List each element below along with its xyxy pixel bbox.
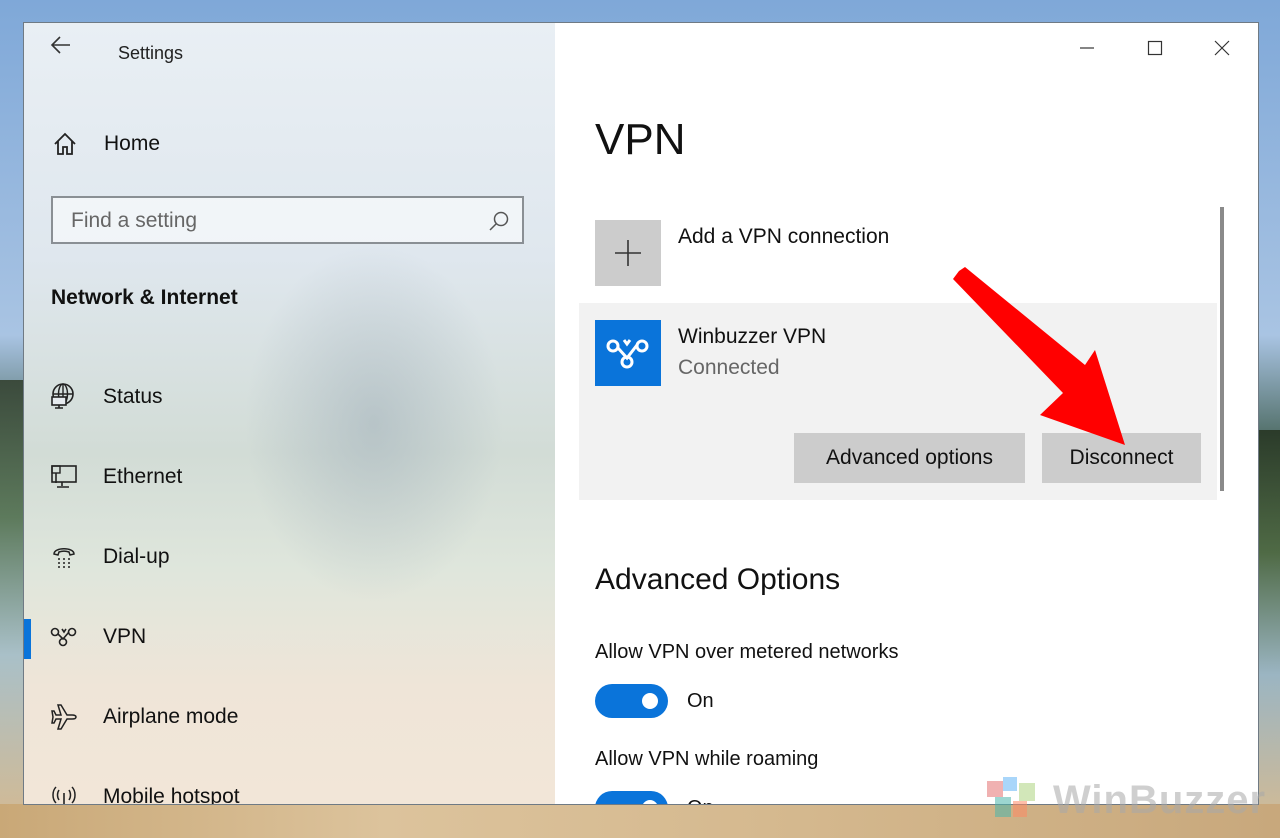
hotspot-icon bbox=[50, 783, 78, 804]
app-title: Settings bbox=[118, 43, 184, 63]
sidebar-item-label: Airplane mode bbox=[103, 705, 239, 728]
sidebar-item-ethernet[interactable]: Ethernet bbox=[24, 447, 555, 507]
sidebar-item-status[interactable]: Status bbox=[24, 367, 555, 427]
home-icon bbox=[54, 132, 76, 155]
desktop-background bbox=[1258, 430, 1280, 838]
maximize-button[interactable] bbox=[1132, 33, 1178, 63]
sidebar-item-airplane-mode[interactable]: Airplane mode bbox=[24, 687, 555, 747]
vpn-icon bbox=[50, 623, 78, 651]
ethernet-icon bbox=[50, 463, 78, 491]
add-vpn-connection-label[interactable]: Add a VPN connection bbox=[678, 225, 889, 249]
metered-networks-toggle[interactable] bbox=[595, 684, 668, 718]
search-box[interactable] bbox=[51, 196, 524, 244]
toggle-knob bbox=[642, 800, 658, 804]
roaming-toggle[interactable] bbox=[595, 791, 668, 804]
sidebar-item-vpn[interactable]: VPN bbox=[24, 607, 555, 667]
sidebar-item-home[interactable]: Home bbox=[52, 131, 160, 157]
metered-networks-state: On bbox=[687, 690, 714, 712]
vpn-connection-card[interactable]: Winbuzzer VPN Connected Advanced options… bbox=[579, 303, 1217, 500]
vpn-connection-icon bbox=[595, 320, 661, 386]
airplane-icon bbox=[50, 703, 78, 731]
maximize-icon bbox=[1147, 40, 1163, 56]
settings-window: Settings Home Network & Internet Status … bbox=[24, 23, 1258, 804]
close-icon bbox=[1214, 40, 1230, 56]
sidebar-item-label: Mobile hotspot bbox=[103, 785, 240, 804]
vpn-connection-name: Winbuzzer VPN bbox=[678, 325, 827, 348]
search-input[interactable] bbox=[69, 198, 473, 244]
desktop-background bbox=[0, 804, 1280, 838]
search-icon[interactable] bbox=[488, 210, 510, 237]
scrollbar[interactable] bbox=[1220, 207, 1224, 491]
sidebar-item-label: Status bbox=[103, 385, 163, 408]
add-vpn-connection-button[interactable] bbox=[595, 220, 661, 286]
advanced-options-heading: Advanced Options bbox=[595, 563, 841, 596]
section-title: Network & Internet bbox=[51, 286, 238, 309]
minimize-icon bbox=[1080, 47, 1094, 49]
back-button[interactable] bbox=[50, 35, 72, 60]
sidebar-item-label: VPN bbox=[103, 625, 147, 648]
sidebar-item-label: Home bbox=[104, 132, 161, 155]
minimize-button[interactable] bbox=[1064, 33, 1110, 63]
main-content: VPN Add a VPN connection Winbuzzer VPN C… bbox=[555, 23, 1258, 804]
sidebar-item-mobile-hotspot[interactable]: Mobile hotspot bbox=[24, 767, 555, 804]
page-title: VPN bbox=[595, 115, 686, 164]
sidebar-item-label: Dial-up bbox=[103, 545, 170, 568]
phone-icon bbox=[50, 543, 78, 571]
sidebar-item-label: Ethernet bbox=[103, 465, 183, 488]
disconnect-button[interactable]: Disconnect bbox=[1042, 433, 1201, 483]
desktop-background bbox=[0, 380, 24, 838]
toggle-knob bbox=[642, 693, 658, 709]
roaming-state: On bbox=[687, 797, 714, 804]
sidebar: Settings Home Network & Internet Status … bbox=[24, 23, 555, 804]
roaming-label: Allow VPN while roaming bbox=[595, 748, 819, 770]
back-arrow-icon bbox=[50, 36, 70, 54]
globe-monitor-icon bbox=[50, 383, 78, 411]
metered-networks-label: Allow VPN over metered networks bbox=[595, 641, 899, 663]
vpn-connection-status: Connected bbox=[678, 356, 780, 379]
close-button[interactable] bbox=[1199, 33, 1245, 63]
advanced-options-button[interactable]: Advanced options bbox=[794, 433, 1025, 483]
sidebar-item-dial-up[interactable]: Dial-up bbox=[24, 527, 555, 587]
vpn-icon bbox=[606, 339, 649, 369]
plus-icon bbox=[615, 240, 641, 266]
